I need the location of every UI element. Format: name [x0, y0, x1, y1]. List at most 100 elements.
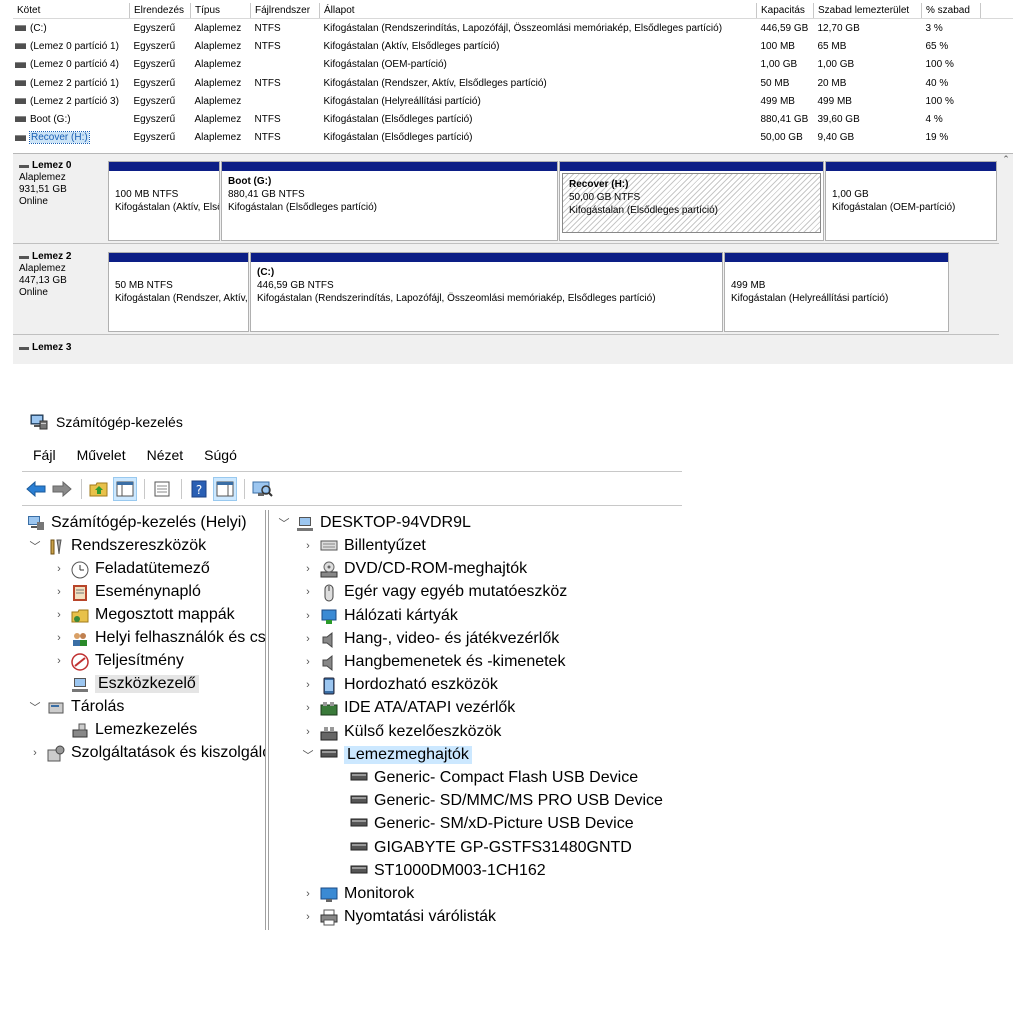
show-hide-console-tree-button[interactable]	[113, 477, 137, 501]
device-category-speaker[interactable]: › Hang-, video- és játékvezérlők	[302, 628, 559, 650]
col-header-elrendezes[interactable]: Elrendezés	[129, 3, 191, 19]
tree-event-viewer[interactable]: › Eseménynapló	[53, 581, 201, 603]
disk-row-lemez-2[interactable]: Lemez 2 Alaplemez 447,13 GB Online 50 MB…	[13, 245, 1003, 335]
volume-cell: Egyszerű	[133, 114, 176, 126]
col-header-szazalek[interactable]: % szabad	[921, 3, 981, 19]
window-title-bar: Számítógép-kezelés	[30, 414, 183, 430]
disk-row-lemez-0[interactable]: Lemez 0 Alaplemez 931,51 GB Online 100 M…	[13, 154, 1003, 244]
chevron-down-icon[interactable]: ﹀	[302, 747, 314, 763]
disk-drive-item[interactable]: Generic- SM/xD-Picture USB Device	[350, 813, 634, 835]
disk-label-lemez-0[interactable]: Lemez 0 Alaplemez 931,51 GB Online	[13, 154, 105, 243]
chevron-down-icon[interactable]: ﹀	[278, 515, 290, 531]
tree-local-users[interactable]: › Helyi felhasználók és csoportok	[53, 627, 265, 649]
partition-lemez2-1[interactable]: 50 MB NTFS Kifogástalan (Rendszer, Aktív…	[108, 252, 249, 332]
col-header-tipus[interactable]: Típus	[190, 3, 251, 19]
device-category-dvd-drive[interactable]: › DVD/CD-ROM-meghajtók	[302, 558, 527, 580]
partition-c[interactable]: (C:) 446,59 GB NTFS Kifogástalan (Rendsz…	[250, 252, 723, 332]
device-category-audio-io[interactable]: › Hangbemenetek és -kimenetek	[302, 651, 565, 673]
tree-label: Feladatütemező	[95, 560, 210, 577]
col-header-szabad[interactable]: Szabad lemezterület	[813, 3, 922, 19]
chevron-right-icon[interactable]: ›	[29, 747, 41, 759]
device-category-portable-device[interactable]: › Hordozható eszközök	[302, 674, 498, 696]
partition-lemez0-1[interactable]: 100 MB NTFS Kifogástalan (Aktív, Elsődle…	[108, 161, 220, 241]
back-button[interactable]	[24, 477, 48, 501]
partition-recover-h[interactable]: Recover (H:) 50,00 GB NTFS Kifogástalan …	[559, 161, 824, 241]
col-header-kotet[interactable]: Kötet	[13, 3, 130, 19]
properties-button[interactable]	[150, 477, 174, 501]
chevron-right-icon[interactable]: ›	[302, 633, 314, 645]
menu-sugo[interactable]: Súgó	[204, 447, 237, 463]
tree-label: Hordozható eszközök	[344, 676, 498, 694]
chevron-right-icon[interactable]: ›	[302, 911, 314, 923]
volume-row[interactable]: (Lemez 0 partíció 1) Egyszerű Alaplemez NTF…	[13, 37, 1013, 55]
disk-row-lemez-3[interactable]: Lemez 3	[13, 336, 1003, 364]
tree-task-scheduler[interactable]: › Feladatütemező	[53, 558, 210, 580]
disk-label-lemez-2[interactable]: Lemez 2 Alaplemez 447,13 GB Online	[13, 245, 105, 334]
partition-boot-g[interactable]: Boot (G:) 880,41 GB NTFS Kifogástalan (E…	[221, 161, 558, 241]
show-hide-action-pane-button[interactable]	[213, 477, 237, 501]
chevron-right-icon[interactable]: ›	[302, 726, 314, 738]
volume-row[interactable]: Recover (H:) Egyszerű Alaplemez NTFS Kifogás…	[13, 129, 1013, 147]
tree-disk-management[interactable]: Lemezkezelés	[71, 719, 197, 741]
volume-row[interactable]: (C:) Egyszerű Alaplemez NTFS Kifogástalan (R…	[13, 19, 1013, 38]
volume-row[interactable]: (Lemez 2 partíció 3) Egyszerű Alaplemez Kif…	[13, 92, 1013, 110]
chevron-right-icon[interactable]: ›	[302, 702, 314, 714]
tree-shared-folders[interactable]: › Megosztott mappák	[53, 604, 234, 626]
chevron-right-icon[interactable]: ›	[53, 655, 65, 667]
device-category-monitor[interactable]: › Monitorok	[302, 883, 414, 905]
col-header-allapot[interactable]: Állapot	[319, 3, 757, 19]
tree-computer-management[interactable]: Számítógép-kezelés (Helyi)	[27, 512, 247, 534]
volume-row[interactable]: (Lemez 0 partíció 4) Egyszerű Alaplemez Kif…	[13, 56, 1013, 74]
volume-name-cell: (Lemez 2 partíció 1)	[13, 74, 130, 92]
device-category-mouse[interactable]: › Egér vagy egyéb mutatóeszköz	[302, 581, 567, 603]
device-category-printer[interactable]: › Nyomtatási várólisták	[302, 906, 496, 928]
chevron-down-icon[interactable]: ﹀	[29, 538, 41, 554]
chevron-right-icon[interactable]: ›	[53, 609, 65, 621]
disk-drive-item[interactable]: Generic- SD/MMC/MS PRO USB Device	[350, 790, 663, 812]
partition-oem[interactable]: 1,00 GB Kifogástalan (OEM-partíció)	[825, 161, 997, 241]
tree-services[interactable]: › Szolgáltatások és kiszolgálóalkalmazás…	[29, 742, 265, 764]
disk-label-lemez-3[interactable]: Lemez 3	[13, 336, 105, 364]
chevron-right-icon[interactable]: ›	[302, 656, 314, 668]
chevron-right-icon[interactable]: ›	[53, 563, 65, 575]
help-button[interactable]: ?	[187, 477, 211, 501]
device-category-disk-drive[interactable]: ﹀ Lemezmeghajtók	[302, 744, 472, 766]
device-category-keyboard[interactable]: › Billentyűzet	[302, 535, 426, 557]
device-category-network-adapter[interactable]: › Hálózati kártyák	[302, 605, 458, 627]
chevron-right-icon[interactable]: ›	[302, 888, 314, 900]
menu-nezet[interactable]: Nézet	[147, 447, 184, 463]
volume-row[interactable]: (Lemez 2 partíció 1) Egyszerű Alaplemez NTF…	[13, 74, 1013, 92]
chevron-right-icon[interactable]: ›	[302, 540, 314, 552]
menu-fajl[interactable]: Fájl	[33, 447, 56, 463]
menu-muvelet[interactable]: Művelet	[77, 447, 126, 463]
device-category-ide-controller[interactable]: › IDE ATA/ATAPI vezérlők	[302, 697, 515, 719]
disk-drive-item[interactable]: GIGABYTE GP-GSTFS31480GNTD	[350, 837, 632, 859]
disk-drive-item[interactable]: ST1000DM003-1CH162	[350, 860, 546, 882]
chevron-down-icon[interactable]: ﹀	[29, 699, 41, 715]
scan-hardware-button[interactable]	[250, 477, 274, 501]
col-header-fajlrendszer[interactable]: Fájlrendszer	[250, 3, 320, 19]
tree-storage[interactable]: ﹀ Tárolás	[29, 696, 125, 718]
chevron-right-icon[interactable]: ›	[53, 632, 65, 644]
device-manager-icon	[71, 676, 89, 692]
disk-drive-item[interactable]: Generic- Compact Flash USB Device	[350, 767, 638, 789]
tree-label: Generic- SD/MMC/MS PRO USB Device	[374, 792, 663, 810]
chevron-right-icon[interactable]: ›	[302, 586, 314, 598]
chevron-right-icon[interactable]: ›	[302, 610, 314, 622]
tree-performance[interactable]: › Teljesítmény	[53, 650, 184, 672]
tree-system-tools[interactable]: ﹀ Rendszereszközök	[29, 535, 206, 557]
volume-row[interactable]: Boot (G:) Egyszerű Alaplemez NTFS Kifogástal…	[13, 110, 1013, 128]
device-category-hid[interactable]: › Külső kezelőeszközök	[302, 721, 501, 743]
up-one-level-button[interactable]	[87, 477, 111, 501]
scroll-up-icon[interactable]: ⌃	[999, 154, 1013, 165]
chevron-right-icon[interactable]: ›	[302, 563, 314, 575]
device-tree-root[interactable]: ﹀ DESKTOP-94VDR9L	[278, 512, 471, 534]
forward-button[interactable]	[50, 477, 74, 501]
chevron-right-icon[interactable]: ›	[53, 586, 65, 598]
col-header-kapacitas[interactable]: Kapacitás	[756, 3, 814, 19]
graph-scrollbar[interactable]: ⌃	[999, 154, 1013, 364]
tree-device-manager[interactable]: Eszközkezelő	[71, 673, 199, 695]
chevron-right-icon[interactable]: ›	[302, 679, 314, 691]
partition-recovery[interactable]: 499 MB Kifogástalan (Helyreállítási part…	[724, 252, 949, 332]
volume-cell: 50 MB	[760, 77, 790, 89]
